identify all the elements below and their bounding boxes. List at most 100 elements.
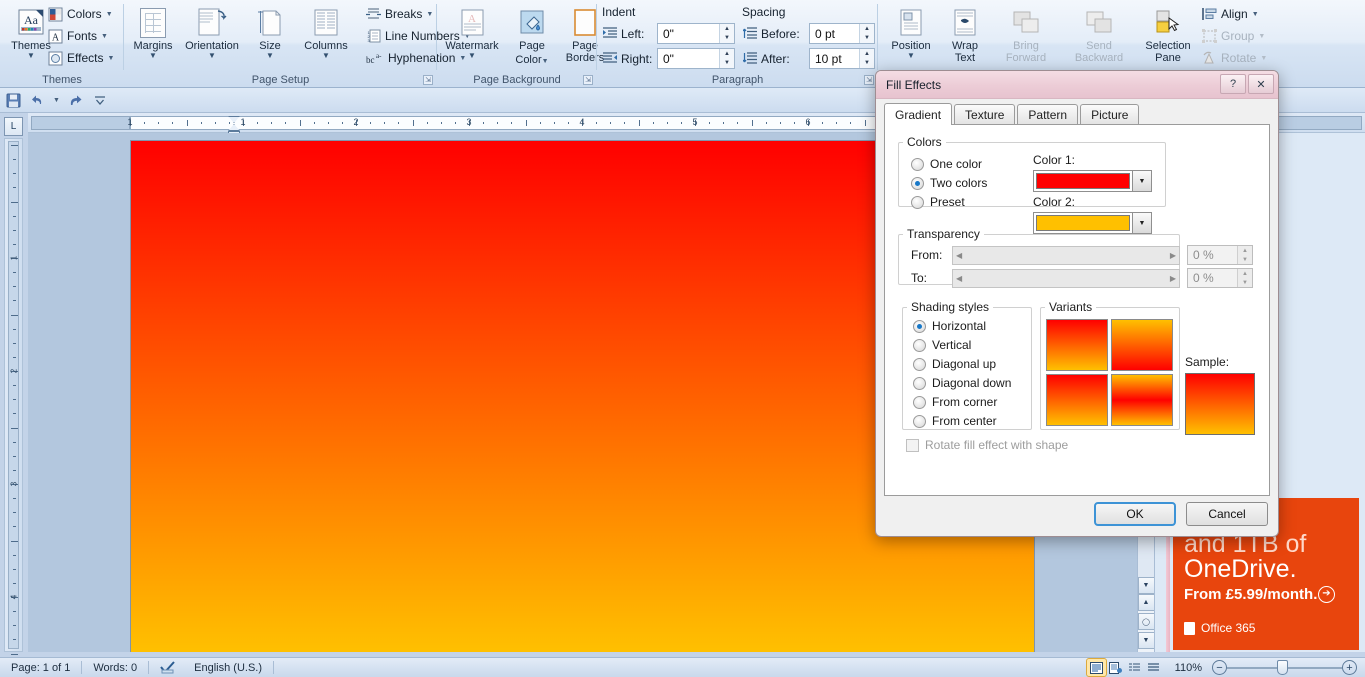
radio-from-center[interactable]: From center bbox=[913, 414, 997, 428]
rotate-button[interactable]: Rotate ▼ bbox=[1198, 47, 1271, 69]
tab-picture[interactable]: Picture bbox=[1080, 104, 1140, 125]
transparency-from-label: From: bbox=[911, 248, 943, 262]
radio-horizontal[interactable]: Horizontal bbox=[913, 319, 986, 333]
customize-icon[interactable] bbox=[90, 91, 109, 110]
radio-from-corner[interactable]: From corner bbox=[913, 395, 997, 409]
position-caret[interactable]: ▼ bbox=[882, 52, 940, 60]
transparency-to-input[interactable]: 0 % ▲ ▼ bbox=[1187, 268, 1253, 288]
transparency-from-value: 0 % bbox=[1193, 248, 1214, 262]
variant-red-center[interactable] bbox=[1111, 374, 1173, 426]
tab-stop-selector[interactable]: L bbox=[4, 117, 23, 136]
transparency-from-spinner[interactable]: ▲ ▼ bbox=[1237, 246, 1252, 264]
close-icon[interactable]: ✕ bbox=[1248, 74, 1274, 94]
radio-vertical[interactable]: Vertical bbox=[913, 338, 971, 352]
radio-two-colors[interactable]: Two colors bbox=[911, 176, 987, 190]
zoom-out-icon[interactable]: − bbox=[1212, 660, 1227, 675]
spacing-before-input[interactable]: 0 pt ▲ ▼ bbox=[809, 23, 875, 44]
columns-caret[interactable]: ▼ bbox=[295, 52, 357, 60]
orientation-button[interactable]: Orientation ▼ bbox=[179, 2, 245, 60]
ribbon-group-themes: Aa Themes ▼ Colors ▼ A Fonts ▼ Effects ▼… bbox=[0, 0, 124, 88]
indent-left-spinner[interactable]: ▲ ▼ bbox=[719, 24, 734, 43]
chevron-down-icon: ▼ bbox=[1258, 32, 1266, 40]
print-layout-view-button[interactable] bbox=[1085, 658, 1107, 677]
breaks-button[interactable]: Breaks ▼ bbox=[362, 3, 437, 25]
bring-forward-button[interactable]: Bring Forward bbox=[992, 2, 1060, 64]
orientation-caret[interactable]: ▼ bbox=[179, 52, 245, 60]
tab-texture[interactable]: Texture bbox=[954, 104, 1016, 125]
margins-button[interactable]: Margins ▼ bbox=[124, 2, 182, 60]
full-screen-reading-view-button[interactable] bbox=[1106, 659, 1125, 676]
tab-gradient[interactable]: Gradient bbox=[884, 103, 953, 125]
next-page-icon[interactable]: ▼ bbox=[1137, 632, 1155, 649]
theme-fonts-button[interactable]: A Fonts ▼ bbox=[44, 25, 112, 47]
zoom-level-label[interactable]: 110% bbox=[1175, 662, 1212, 674]
spacing-after-spinner[interactable]: ▲ ▼ bbox=[859, 49, 874, 68]
select-browse-object-icon[interactable]: ◯ bbox=[1137, 613, 1155, 630]
group-label-page-background: Page Background bbox=[473, 74, 561, 86]
page-color-button[interactable]: Page Color▼ bbox=[507, 2, 557, 66]
page-color-label-2: Color bbox=[515, 54, 542, 66]
save-icon[interactable] bbox=[4, 91, 23, 110]
dialog-title-bar[interactable]: Fill Effects ? ✕ bbox=[876, 71, 1278, 99]
zoom-slider[interactable] bbox=[1227, 659, 1342, 676]
redo-icon[interactable] bbox=[66, 91, 85, 110]
size-caret[interactable]: ▼ bbox=[248, 52, 292, 60]
outline-view-button[interactable] bbox=[1144, 659, 1163, 676]
paragraph-dialog-launcher[interactable]: ⇲ bbox=[864, 75, 874, 85]
rotate-fill-effect-checkbox[interactable]: Rotate fill effect with shape bbox=[906, 438, 1068, 452]
transparency-from-slider[interactable]: ◀ ▶ bbox=[952, 245, 1180, 265]
cancel-label: Cancel bbox=[1208, 507, 1246, 521]
position-button[interactable]: Position ▼ bbox=[882, 2, 940, 60]
page-indicator[interactable]: Page: 1 of 1 bbox=[0, 658, 81, 677]
vertical-ruler-tick-label: 2 bbox=[9, 368, 18, 374]
group-button[interactable]: Group ▼ bbox=[1198, 25, 1269, 47]
vertical-ruler[interactable]: 1 2 3 4 bbox=[4, 138, 23, 655]
color1-dropdown-icon[interactable]: ▼ bbox=[1132, 171, 1151, 191]
help-icon[interactable]: ? bbox=[1220, 74, 1246, 94]
theme-effects-button[interactable]: Effects ▼ bbox=[44, 47, 118, 69]
variant-red-bottom[interactable] bbox=[1046, 374, 1108, 426]
arrow-right-icon[interactable]: ➔ bbox=[1318, 586, 1335, 603]
radio-preset[interactable]: Preset bbox=[911, 195, 965, 209]
selection-pane-button[interactable]: Selection Pane bbox=[1140, 2, 1196, 64]
transparency-to-slider[interactable]: ◀ ▶ bbox=[952, 268, 1180, 288]
wrap-text-button[interactable]: Wrap Text bbox=[940, 2, 990, 64]
align-button[interactable]: Align ▼ bbox=[1198, 3, 1263, 25]
size-button[interactable]: Size ▼ bbox=[248, 2, 292, 60]
theme-colors-button[interactable]: Colors ▼ bbox=[44, 3, 117, 25]
columns-button[interactable]: Columns ▼ bbox=[295, 2, 357, 60]
radio-one-color[interactable]: One color bbox=[911, 157, 982, 171]
svg-text:A: A bbox=[52, 32, 60, 43]
dialog-title: Fill Effects bbox=[886, 77, 942, 92]
margins-caret[interactable]: ▼ bbox=[124, 52, 182, 60]
radio-diagonal-up[interactable]: Diagonal up bbox=[913, 357, 996, 371]
page-background-dialog-launcher[interactable]: ⇲ bbox=[583, 75, 593, 85]
language-indicator[interactable]: English (U.S.) bbox=[149, 658, 273, 677]
spacing-before-spinner[interactable]: ▲ ▼ bbox=[859, 24, 874, 43]
zoom-slider-handle[interactable] bbox=[1277, 660, 1288, 675]
transparency-to-spinner[interactable]: ▲ ▼ bbox=[1237, 269, 1252, 287]
transparency-from-input[interactable]: 0 % ▲ ▼ bbox=[1187, 245, 1253, 265]
zoom-in-icon[interactable]: + bbox=[1342, 660, 1357, 675]
radio-diagonal-down[interactable]: Diagonal down bbox=[913, 376, 1011, 390]
undo-dropdown-icon[interactable]: ▼ bbox=[52, 91, 61, 110]
watermark-caret[interactable]: ▼ bbox=[439, 52, 505, 60]
indent-left-input[interactable]: 0" ▲ ▼ bbox=[657, 23, 735, 44]
web-layout-view-button[interactable] bbox=[1125, 659, 1144, 676]
word-count[interactable]: Words: 0 bbox=[82, 658, 148, 677]
scroll-down-icon[interactable]: ▼ bbox=[1137, 577, 1155, 594]
previous-page-icon[interactable]: ▲ bbox=[1137, 594, 1155, 611]
send-backward-button[interactable]: Send Backward bbox=[1063, 2, 1135, 64]
color1-picker[interactable]: ▼ bbox=[1033, 170, 1152, 192]
cancel-button[interactable]: Cancel bbox=[1186, 502, 1268, 526]
watermark-button[interactable]: A Watermark ▼ bbox=[439, 2, 505, 60]
variant-yellow-top[interactable] bbox=[1111, 319, 1173, 371]
undo-icon[interactable] bbox=[28, 91, 47, 110]
tab-pattern[interactable]: Pattern bbox=[1017, 104, 1079, 125]
page-setup-dialog-launcher[interactable]: ⇲ bbox=[423, 75, 433, 85]
variant-red-top[interactable] bbox=[1046, 319, 1108, 371]
spacing-after-input[interactable]: 10 pt ▲ ▼ bbox=[809, 48, 875, 69]
ok-button[interactable]: OK bbox=[1094, 502, 1176, 526]
indent-right-spinner[interactable]: ▲ ▼ bbox=[719, 49, 734, 68]
indent-right-input[interactable]: 0" ▲ ▼ bbox=[657, 48, 735, 69]
